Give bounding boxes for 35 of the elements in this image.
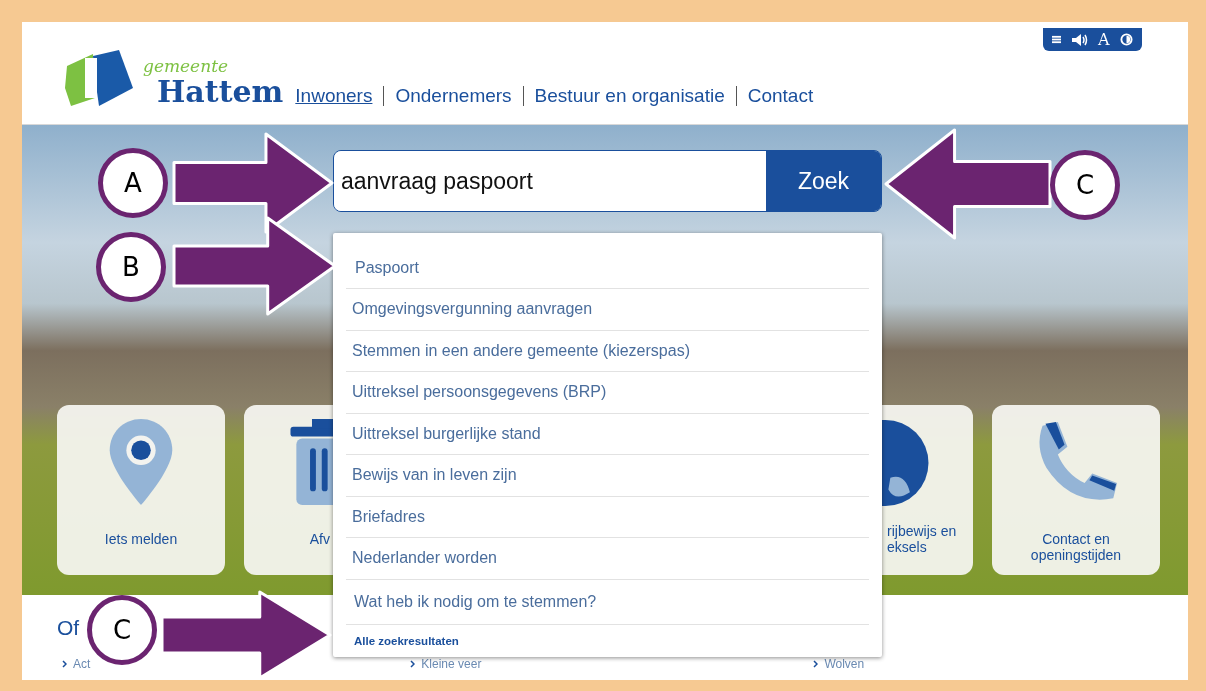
suggestion-item[interactable]: Bewijs van in leven zijn [346,455,869,497]
location-pin-icon [109,419,173,507]
logo-subtitle: gemeente [143,56,230,76]
tile-card[interactable]: Contact en openingstijden [992,405,1160,575]
nav-link[interactable]: Bestuur en organisatie [534,85,725,107]
suggestion-item[interactable]: Uittreksel burgerlijke stand [346,413,869,455]
suggestion-item[interactable]: Briefadres [346,496,869,538]
logo-icon [63,48,135,108]
nav-link[interactable]: Ondernemers [395,85,512,107]
tile-label: Iets melden [104,531,178,547]
logo-title: Hattem [157,76,284,108]
related-link[interactable]: Wolven [813,657,865,671]
speaker-icon[interactable] [1071,33,1088,46]
nav-link[interactable]: Inwoners [295,85,373,107]
tile-label: Contact en openingstijden [1030,531,1122,563]
suggestion-item[interactable]: Paspoort [346,233,869,289]
suggestion-item[interactable]: Stemmen in een andere gemeente (kiezerspas) [346,330,869,372]
text-size-button[interactable]: A [1097,30,1110,49]
contrast-icon[interactable] [1119,33,1133,46]
suggestion-item[interactable]: Uittreksel persoonsgegevens (BRP) [346,372,869,414]
suggestion-item[interactable]: Nederlander worden [346,538,869,580]
section-heading: Of [57,615,80,641]
chevron-icon [410,660,416,668]
chevron-icon [62,660,67,668]
menu-icon[interactable] [1052,35,1062,44]
all-results-link[interactable]: Alle zoekresultaten [346,624,869,647]
suggestion-item[interactable]: Wat heb ik nodig om te stemmen? [346,579,869,625]
chevron-icon [813,660,819,668]
related-link[interactable]: Kleine veer [410,657,482,671]
globe-icon [882,419,930,507]
nav-link[interactable]: Contact [747,85,814,107]
tile-card[interactable]: Iets melden [57,405,225,575]
tile-label: Afv [309,531,330,547]
tile-label: rijbewijs en eksels [887,523,957,555]
suggestion-item[interactable]: Omgevingsvergunning aanvragen [346,289,869,331]
